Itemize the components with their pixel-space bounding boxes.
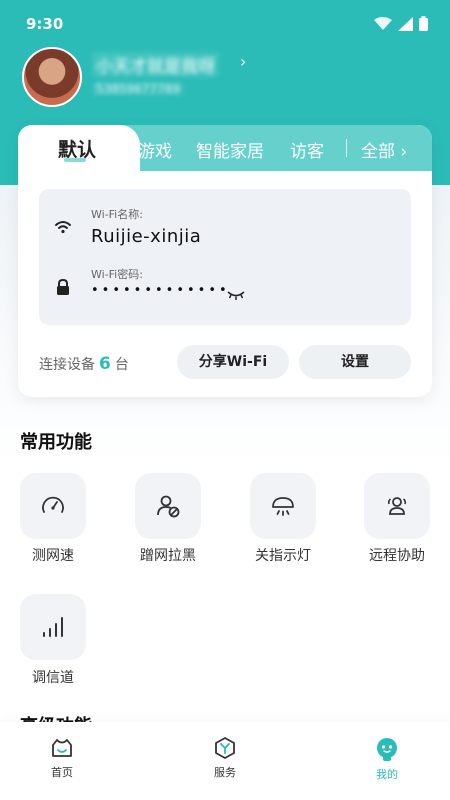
speedometer-icon: [42, 496, 64, 513]
bottom-nav: 首页 服务 我的: [0, 722, 450, 800]
devices-suffix: 台: [114, 357, 129, 373]
indicator-light-label: 关指示灯: [255, 548, 311, 564]
remote-assist-label: 远程协助: [369, 548, 425, 564]
router-card: 默认 游戏 智能家居 访客 全部 › Wi-Fi名称: Ruijie-xinji…: [18, 125, 432, 397]
wifi-status-icon: [374, 16, 392, 30]
indicator-light-tile[interactable]: [250, 473, 316, 539]
channel-tile[interactable]: [20, 594, 86, 660]
light-off-icon: [272, 497, 294, 516]
eye-closed-icon[interactable]: [227, 290, 245, 302]
devices-count: 6: [99, 354, 111, 374]
share-wifi-button[interactable]: 分享Wi-Fi: [177, 345, 289, 379]
remote-assist-icon: [387, 497, 407, 515]
cell-signal-icon: [398, 16, 413, 31]
tab-divider: [346, 139, 347, 157]
battery-icon: [419, 16, 428, 31]
tab-games[interactable]: 游戏: [138, 137, 172, 162]
user-block-icon: [157, 495, 180, 518]
tab-smart-home[interactable]: 智能家居: [196, 137, 264, 162]
remote-assist-tile[interactable]: [364, 473, 430, 539]
scene-tab-bar: 默认 游戏 智能家居 访客 全部 ›: [18, 125, 432, 171]
block-leecher-tile[interactable]: [135, 473, 201, 539]
service-icon: [215, 737, 235, 759]
devices-prefix: 连接设备: [39, 357, 95, 373]
home-icon: [52, 739, 72, 757]
tab-active-indicator: [64, 158, 86, 162]
nav-mine[interactable]: 我的: [347, 736, 427, 782]
connected-devices[interactable]: 连接设备 6 台: [39, 354, 129, 374]
signal-bars-icon: [43, 617, 63, 637]
chevron-right-icon[interactable]: ›: [240, 52, 246, 71]
common-functions-title: 常用功能: [20, 432, 92, 453]
nav-service[interactable]: 服务: [185, 736, 265, 780]
speed-test-label: 测网速: [32, 548, 74, 564]
nav-home-label: 首页: [51, 766, 73, 779]
avatar[interactable]: [22, 47, 82, 107]
nav-service-label: 服务: [214, 766, 236, 779]
mine-icon: [377, 738, 397, 761]
wifi-password-label: Wi-Fi密码:: [91, 268, 143, 281]
status-bar: 9:30: [0, 0, 450, 48]
profile-phone: 5385967778​9: [92, 82, 184, 96]
block-leecher-label: 蹭网拉黑: [140, 548, 196, 564]
settings-button[interactable]: 设置: [299, 345, 411, 379]
nav-mine-label: 我的: [376, 768, 398, 781]
wifi-icon: [55, 221, 71, 234]
nav-home[interactable]: 首页: [22, 736, 102, 780]
channel-label: 调信道: [32, 670, 74, 686]
profile-name[interactable]: 小天才就是我呀: [92, 52, 219, 77]
wifi-info-panel: Wi-Fi名称: Ruijie-xinjia Wi-Fi密码: ••••••••…: [39, 189, 411, 325]
lock-icon: [57, 278, 69, 295]
status-icons: [374, 16, 428, 31]
tab-default[interactable]: 默认: [18, 125, 140, 171]
status-time: 9:30: [26, 15, 64, 33]
wifi-password-value: •••••••••••••: [91, 283, 230, 298]
wifi-name-label: Wi-Fi名称:: [91, 208, 143, 221]
wifi-name-value: Ruijie-xinjia: [91, 226, 202, 247]
tab-all[interactable]: 全部 ›: [361, 137, 407, 162]
tab-guest[interactable]: 访客: [290, 137, 324, 162]
speed-test-tile[interactable]: [20, 473, 86, 539]
